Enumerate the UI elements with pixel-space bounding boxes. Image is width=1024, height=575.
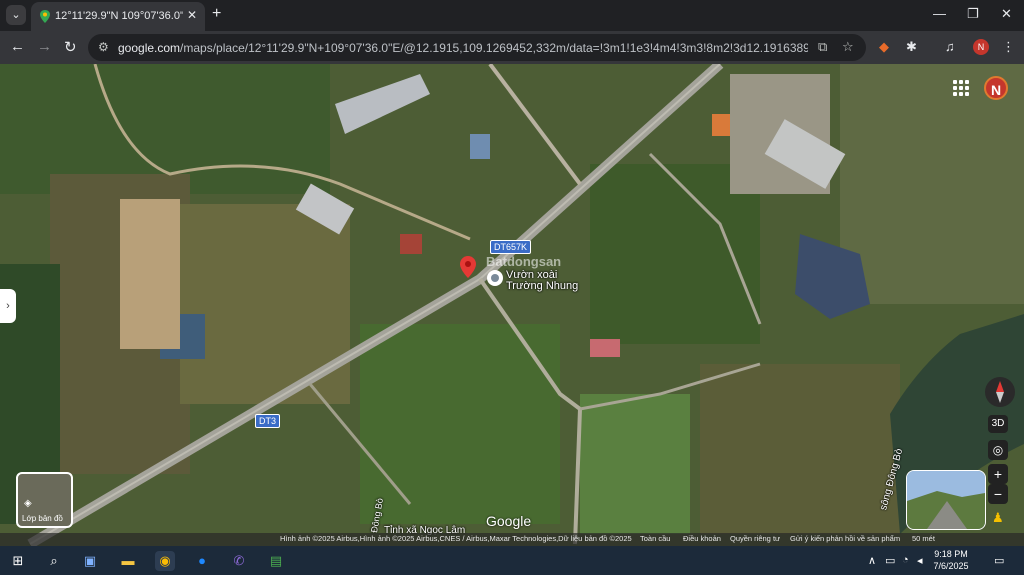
compass-icon <box>996 381 1004 403</box>
google-logo: Google <box>486 513 532 529</box>
zalo-icon[interactable]: ● <box>192 551 212 571</box>
zoom-in-button[interactable]: + <box>988 464 1008 484</box>
footer-link-feedback[interactable]: Gửi ý kiến phản hồi về sản phẩm <box>790 534 900 543</box>
wifi-icon[interactable]: ◔ <box>902 554 909 566</box>
site-settings-icon[interactable]: ⚙ <box>98 40 109 54</box>
viber-icon[interactable]: ✆ <box>229 551 249 571</box>
satellite-imagery <box>0 64 1024 546</box>
3d-toggle-button[interactable]: 3D <box>988 415 1008 433</box>
footer-link-global[interactable]: Toàn cầu <box>640 534 670 543</box>
address-bar[interactable]: ⚙ google.com/maps/place/12°11'29.9"N+109… <box>88 34 866 61</box>
widgets-icon[interactable]: ▣ <box>80 551 100 571</box>
chrome-menu-icon[interactable]: ⋮ <box>1002 39 1015 55</box>
profile-avatar[interactable]: N <box>973 39 989 55</box>
road-label-dt657k: DT657K <box>490 240 532 254</box>
browser-toolbar: ← → ↻ ⚙ google.com/maps/place/12°11'29.9… <box>0 31 1024 64</box>
account-avatar[interactable]: N <box>984 76 1008 100</box>
google-apps-icon[interactable] <box>953 80 969 96</box>
url-text[interactable]: google.com/maps/place/12°11'29.9"N+109°0… <box>118 41 808 55</box>
tab-search-menu-button[interactable]: ⌄ <box>6 5 26 25</box>
zoom-out-button[interactable]: − <box>988 484 1008 504</box>
layers-label: Lớp bản đồ <box>22 514 63 523</box>
new-tab-button[interactable]: + <box>212 5 221 23</box>
pegman-icon[interactable]: ♟ <box>992 510 1004 528</box>
active-tab[interactable]: 12°11'29.9"N 109°07'36.0"E - Google Maps… <box>31 2 205 31</box>
minimize-icon[interactable]: — <box>933 6 946 21</box>
footer-link-privacy[interactable]: Quyền riêng tư <box>730 534 780 543</box>
attribution-bar: Hình ảnh ©2025 Airbus,Hình ảnh ©2025 Air… <box>0 533 1024 546</box>
layers-icon: ◈ <box>24 498 32 509</box>
chrome-icon[interactable]: ◉ <box>155 551 175 571</box>
expand-side-panel-button[interactable]: › <box>0 289 16 323</box>
clock-date: 7/6/2025 <box>933 561 969 571</box>
my-location-icon[interactable]: ◎ <box>988 440 1008 460</box>
street-view-thumbnail[interactable] <box>906 470 986 530</box>
system-clock[interactable]: 9:18 PM 7/6/2025 <box>930 548 972 572</box>
street-view-preview <box>907 471 985 529</box>
tab-strip: ⌄ 12°11'29.9"N 109°07'36.0"E - Google Ma… <box>0 0 1024 31</box>
reload-icon[interactable]: ↻ <box>64 38 77 56</box>
forward-arrow-icon[interactable]: → <box>37 38 52 55</box>
place-label[interactable]: Vườn xoài Trường Nhung <box>506 270 586 292</box>
battery-icon[interactable]: ▭ <box>885 554 895 567</box>
maps-pin-icon <box>40 10 50 23</box>
media-control-icon[interactable]: ♫ <box>945 39 955 54</box>
notifications-icon[interactable]: ▭ <box>994 554 1004 567</box>
location-pin-icon[interactable] <box>460 256 476 278</box>
close-tab-icon[interactable]: ✕ <box>187 8 197 22</box>
windows-taskbar: ⊞ ⌕ ▣ ▬ ◉ ● ✆ ▤ ∧ ▭ ◔ ◂ 9:18 PM 7/6/2025… <box>0 546 1024 575</box>
place-marker-icon[interactable] <box>486 269 504 287</box>
clock-time: 9:18 PM <box>934 549 968 559</box>
watermark: Batdongsan <box>486 254 562 269</box>
extension-fox-icon[interactable]: ◆ <box>879 39 889 55</box>
footer-link-terms[interactable]: Điều khoản <box>683 534 721 543</box>
road-label-dt3: DT3 <box>255 414 281 428</box>
volume-icon[interactable]: ◂ <box>917 554 923 567</box>
imagery-attribution: Hình ảnh ©2025 Airbus,Hình ảnh ©2025 Air… <box>280 534 632 543</box>
back-arrow-icon[interactable]: ← <box>10 38 25 55</box>
restore-icon[interactable]: ❐ <box>967 6 979 22</box>
scale-label[interactable]: 50 mét <box>912 534 935 543</box>
search-icon[interactable]: ⌕ <box>44 551 64 571</box>
extensions-puzzle-icon[interactable]: ✱ <box>906 39 917 55</box>
photos-icon[interactable]: ▤ <box>266 551 286 571</box>
windows-start-icon[interactable]: ⊞ <box>8 551 28 571</box>
install-app-icon[interactable]: ⧉ <box>818 39 827 55</box>
window-close-icon[interactable]: ✕ <box>1001 6 1012 22</box>
bookmark-star-icon[interactable]: ☆ <box>842 39 854 55</box>
tray-chevron-icon[interactable]: ∧ <box>868 554 876 567</box>
satellite-map[interactable]: N › DT657K DT3 Batdongsan Vườn xoài Trườ… <box>0 64 1024 546</box>
map-layers-button[interactable]: ◈ Lớp bản đồ <box>16 472 73 528</box>
file-explorer-icon[interactable]: ▬ <box>118 551 138 571</box>
compass-button[interactable] <box>985 377 1015 407</box>
tab-title: 12°11'29.9"N 109°07'36.0"E - Google Maps <box>55 10 183 22</box>
